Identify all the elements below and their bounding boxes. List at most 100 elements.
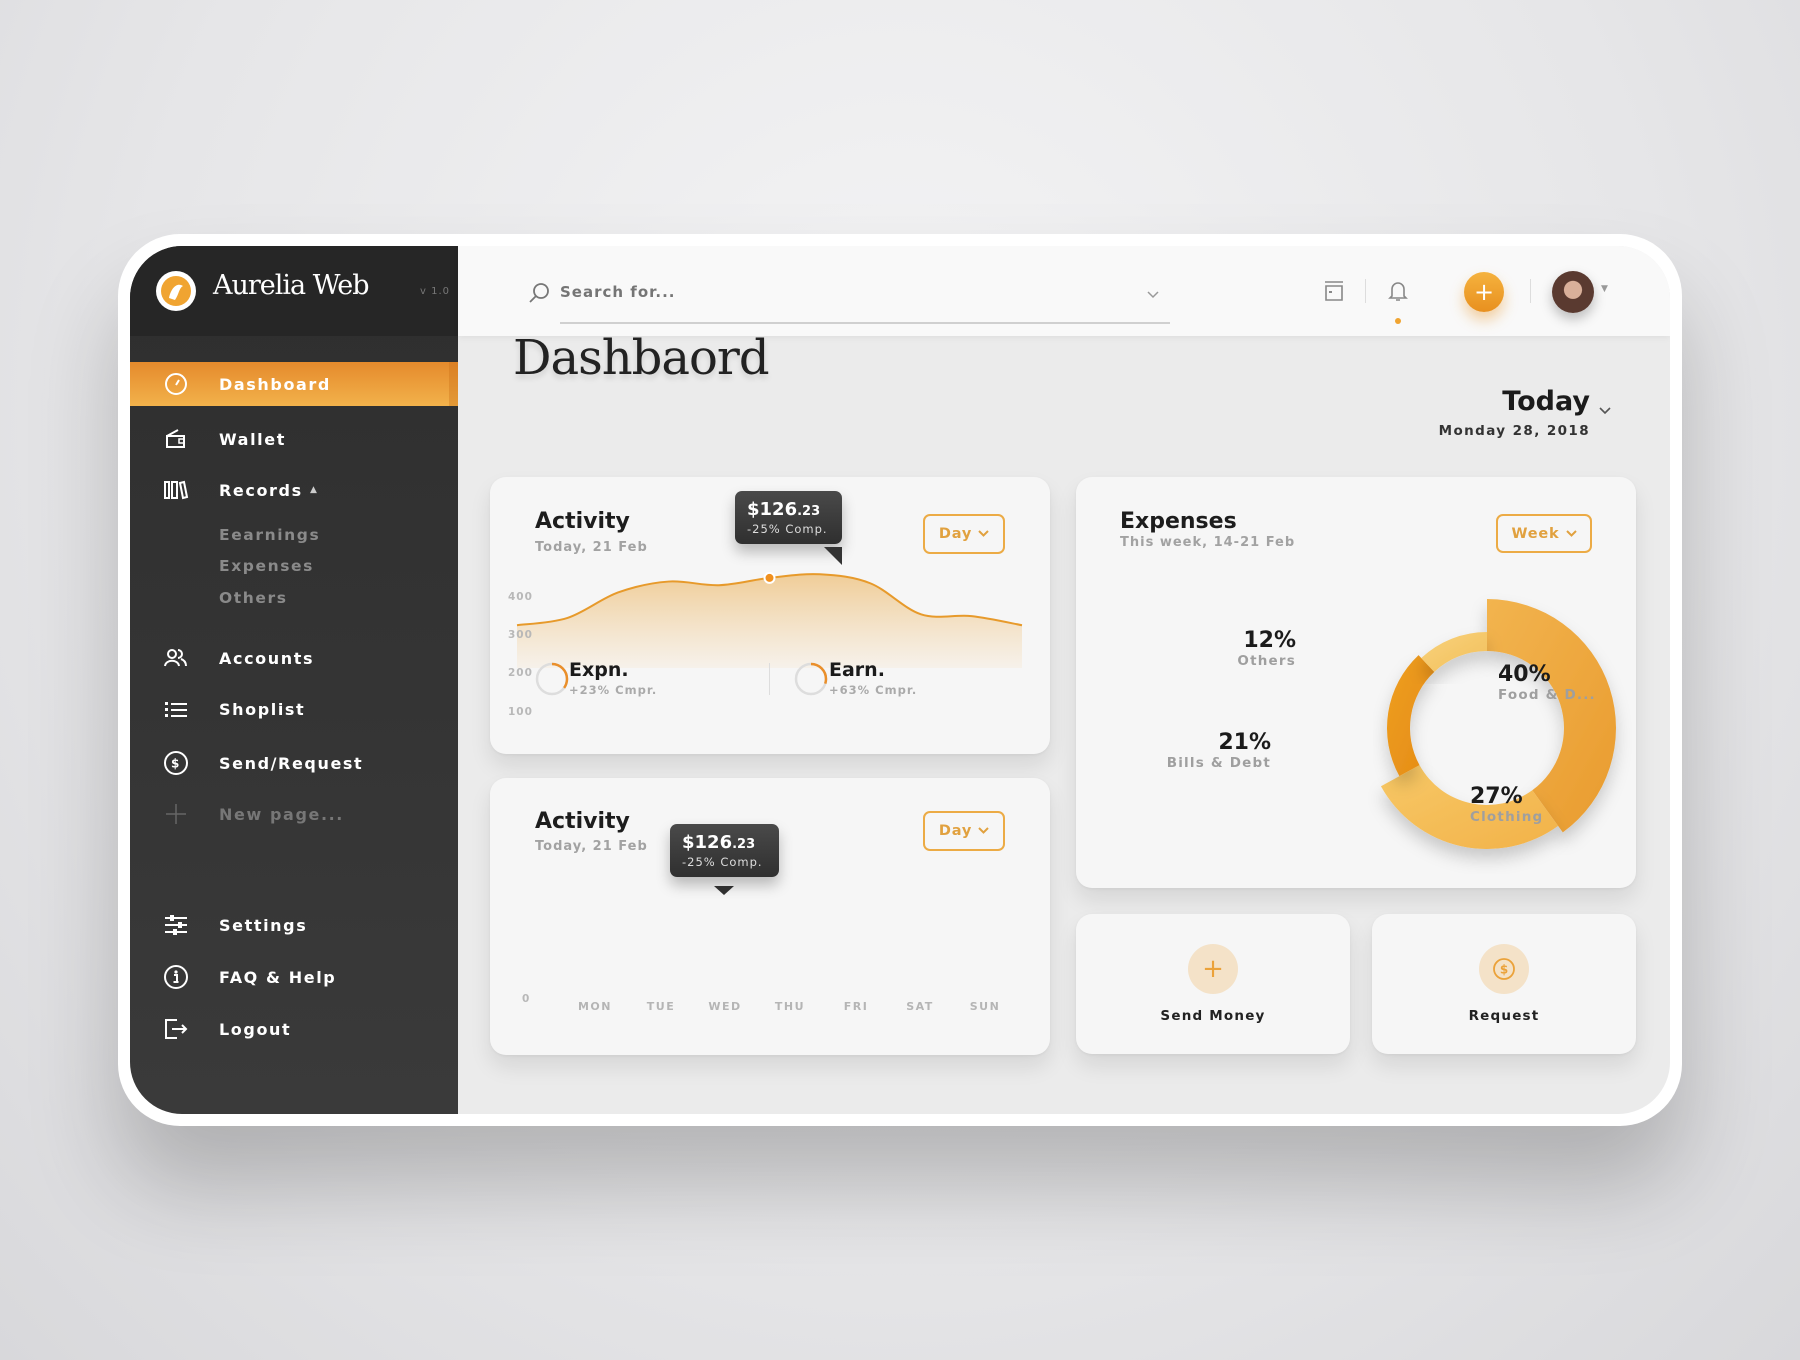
period-selector[interactable]: Today <box>1420 386 1590 417</box>
sidebar-subitem-earnings[interactable]: Eearnings <box>219 526 320 544</box>
dollar-circle-icon: $ <box>162 749 190 777</box>
divider <box>1530 279 1531 303</box>
dollar-circle-icon: $ <box>1479 944 1529 994</box>
sidebar-item-label: Records <box>219 480 303 500</box>
sidebar-item-shoplist[interactable]: Shoplist <box>130 687 458 731</box>
topbar: + ▼ <box>458 246 1670 336</box>
caret-down-icon[interactable]: ▼ <box>1601 284 1608 294</box>
slice-label: Food & D... <box>1498 687 1596 703</box>
sidebar-item-label: Send/Request <box>219 753 364 773</box>
brand-name: Aurelia Web <box>213 270 370 301</box>
add-button[interactable]: + <box>1464 272 1504 312</box>
sidebar-item-settings[interactable]: Settings <box>130 903 458 947</box>
tooltip-pointer <box>714 886 734 895</box>
sidebar-item-records[interactable]: Records ▲ <box>130 468 458 512</box>
x-tick-label: MON <box>577 1000 612 1013</box>
slice-label: Bills & Debt <box>1166 755 1271 771</box>
sidebar: Aurelia Web v 1.0 Dashboard Wallet Recor… <box>130 246 458 1114</box>
slice-others[interactable] <box>1421 632 1487 672</box>
chart-tooltip: $126.23 -25% Comp. <box>670 824 779 877</box>
donut-label-others: 12% Others <box>1176 628 1296 669</box>
expenses-card: Expenses This week, 14-21 Feb Week 12% Ot… <box>1076 477 1636 888</box>
tooltip-cents: .23 <box>797 504 821 519</box>
y-tick-label: 300 <box>508 629 533 642</box>
chevron-down-icon[interactable] <box>1146 290 1160 300</box>
slice-bills-debt[interactable] <box>1387 655 1435 777</box>
sidebar-subitem-expenses[interactable]: Expenses <box>219 557 314 575</box>
sidebar-item-label: Accounts <box>219 648 315 668</box>
chevron-down-icon[interactable] <box>1598 406 1612 416</box>
info-icon <box>162 963 190 991</box>
sidebar-item-label: Dashboard <box>219 374 331 394</box>
sidebar-item-label: Logout <box>219 1019 292 1039</box>
activity-bar-chart <box>490 778 1050 1055</box>
slice-label: Clothing <box>1470 809 1544 825</box>
sidebar-item-label: Shoplist <box>219 699 306 719</box>
wallet-icon <box>162 425 190 453</box>
sidebar-item-label: Wallet <box>219 429 286 449</box>
expense-stat-sub: +23% Cmpr. <box>569 683 658 697</box>
bell-icon[interactable] <box>1387 279 1409 303</box>
search-icon[interactable] <box>528 282 550 304</box>
plus-icon <box>162 800 190 828</box>
page-date: Monday 28, 2018 <box>1438 423 1590 439</box>
sidebar-item-faq-help[interactable]: FAQ & Help <box>130 955 458 999</box>
donut-label-bills: 21% Bills & Debt <box>1096 730 1271 771</box>
sidebar-item-label: Settings <box>219 915 308 935</box>
sidebar-item-wallet[interactable]: Wallet <box>130 417 458 461</box>
x-tick-label: TUE <box>646 1000 676 1013</box>
records-icon <box>162 476 190 504</box>
logout-icon <box>162 1015 190 1043</box>
slice-pct: 27% <box>1470 784 1523 809</box>
request-label: Request <box>1468 1008 1540 1024</box>
archive-icon[interactable] <box>1323 280 1345 302</box>
x-tick-label: SUN <box>969 1000 1001 1013</box>
x-tick-label: WED <box>708 1000 742 1013</box>
slice-label: Others <box>1237 653 1296 669</box>
sidebar-item-accounts[interactable]: Accounts <box>130 636 458 680</box>
x-tick-label: THU <box>774 1000 806 1013</box>
plus-icon: + <box>1188 944 1238 994</box>
divider <box>769 663 770 695</box>
sidebar-subitem-others[interactable]: Others <box>219 589 288 607</box>
send-money-button[interactable]: + Send Money <box>1076 914 1350 1054</box>
x-tick-label: FRI <box>843 1000 869 1013</box>
users-icon <box>162 644 190 672</box>
earning-progress-ring <box>794 662 828 696</box>
request-button[interactable]: $ Request <box>1372 914 1636 1054</box>
y-tick-label: 0 <box>522 993 531 1005</box>
y-tick-label: 400 <box>508 590 533 603</box>
logo-bar: Aurelia Web v 1.0 <box>130 246 458 336</box>
highlight-point-dot <box>765 573 774 582</box>
tooltip-comp: -25% Comp. <box>682 855 763 869</box>
x-tick-label: SAT <box>906 1000 934 1013</box>
area-fill <box>517 574 1022 668</box>
search-underline <box>560 322 1170 324</box>
slice-pct: 40% <box>1498 662 1551 687</box>
divider <box>1365 279 1366 303</box>
sidebar-item-send-request[interactable]: $ Send/Request <box>130 741 458 785</box>
sidebar-item-label: FAQ & Help <box>219 967 337 987</box>
app-window: Aurelia Web v 1.0 Dashboard Wallet Recor… <box>130 246 1670 1114</box>
list-icon <box>162 695 190 723</box>
activity-line-card: Activity Today, 21 Feb Day $126.23 -25% … <box>490 477 1050 754</box>
sidebar-item-new-page[interactable]: New page... <box>130 792 458 836</box>
tooltip-value: $126 <box>682 832 733 853</box>
tooltip-value: $126 <box>747 499 798 520</box>
sidebar-item-logout[interactable]: Logout <box>130 1007 458 1051</box>
search-input[interactable] <box>560 276 1120 308</box>
send-money-label: Send Money <box>1160 1008 1266 1024</box>
donut-label-food: 40% Food & D... <box>1498 662 1596 703</box>
tooltip-comp: -25% Comp. <box>747 522 828 536</box>
sliders-icon <box>162 911 190 939</box>
avatar[interactable] <box>1552 271 1594 313</box>
expense-progress-ring <box>535 662 569 696</box>
earning-stat-sub: +63% Cmpr. <box>829 683 918 697</box>
sidebar-item-dashboard[interactable]: Dashboard <box>130 362 458 406</box>
activity-bar-card: Activity Today, 21 Feb Day MON TUE WED THU F… <box>490 591 1050 1055</box>
notification-dot <box>1395 318 1401 324</box>
slice-pct: 21% <box>1218 730 1271 755</box>
svg-text:$: $ <box>171 757 181 771</box>
gauge-icon <box>162 370 190 398</box>
chart-tooltip: $126.23 -25% Comp. <box>735 491 842 544</box>
